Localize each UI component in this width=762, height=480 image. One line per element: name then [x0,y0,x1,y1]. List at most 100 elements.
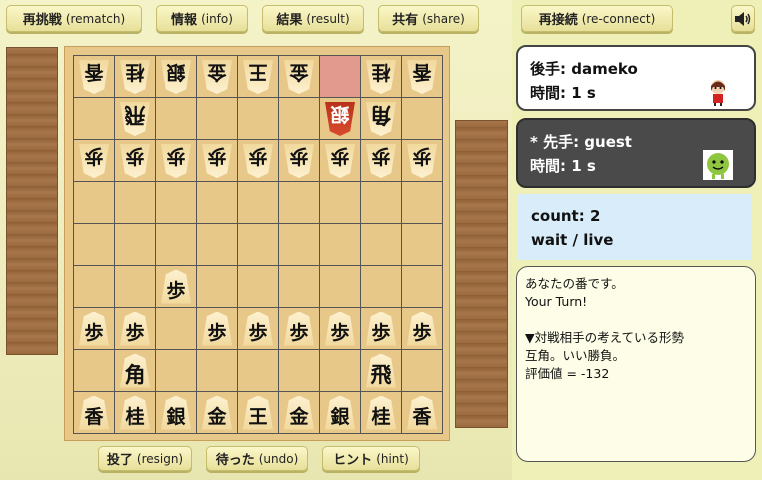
board-square[interactable]: 飛 [361,350,402,392]
board-square[interactable]: 香 [74,392,115,434]
board-square[interactable]: 香 [74,56,115,98]
hint-button[interactable]: ヒント (hint) [322,446,420,471]
board-square[interactable]: 金 [197,392,238,434]
board-square[interactable] [238,350,279,392]
board-square[interactable] [74,98,115,140]
board-square[interactable] [402,98,443,140]
board-square[interactable]: 歩 [115,308,156,350]
board-square[interactable] [156,308,197,350]
reconnect-button[interactable]: 再接続 (re-connect) [521,5,673,32]
board-square[interactable] [320,266,361,308]
gote-king-piece[interactable]: 王 [243,60,273,94]
board-square[interactable]: 歩 [279,140,320,182]
sente-pawn-piece[interactable]: 歩 [366,311,396,346]
gote-lance-piece[interactable]: 香 [79,60,109,94]
board-square[interactable] [238,182,279,224]
board-square[interactable] [361,266,402,308]
board-square[interactable] [74,350,115,392]
board-square[interactable]: 香 [402,56,443,98]
sente-pawn-piece[interactable]: 歩 [284,311,314,346]
board-square[interactable] [279,98,320,140]
sente-piece-stand[interactable] [455,120,508,428]
board-square[interactable]: 歩 [74,140,115,182]
board-square[interactable]: 金 [279,56,320,98]
board-square[interactable] [156,350,197,392]
sente-gold-piece[interactable]: 金 [202,395,232,430]
sente-lance-piece[interactable]: 香 [79,395,109,430]
gote-pawn-piece[interactable]: 歩 [243,144,273,178]
gote-pawn-piece[interactable]: 歩 [202,144,232,178]
board-square[interactable] [402,224,443,266]
board-square[interactable]: 歩 [320,308,361,350]
board-square[interactable]: 銀 [156,56,197,98]
board-square[interactable] [156,224,197,266]
sente-pawn-piece[interactable]: 歩 [120,311,150,346]
sente-gold-piece[interactable]: 金 [284,395,314,430]
board-square[interactable] [115,266,156,308]
sente-king-piece[interactable]: 王 [243,395,273,430]
board-square[interactable]: 王 [238,392,279,434]
board-square[interactable] [197,182,238,224]
board-square[interactable]: 歩 [197,140,238,182]
board-square[interactable] [320,56,361,98]
board-square[interactable] [115,224,156,266]
sente-pawn-piece[interactable]: 歩 [79,311,109,346]
sente-pawn-piece[interactable]: 歩 [243,311,273,346]
board-square[interactable] [279,266,320,308]
board-square[interactable]: 桂 [361,392,402,434]
sente-rook-piece[interactable]: 飛 [366,353,396,388]
sound-toggle-button[interactable] [731,5,755,32]
board-square[interactable] [74,224,115,266]
sente-pawn-piece[interactable]: 歩 [407,311,437,346]
board-square[interactable]: 歩 [279,308,320,350]
board-square[interactable]: 歩 [197,308,238,350]
gote-gold-piece[interactable]: 金 [202,60,232,94]
board-square[interactable]: 桂 [361,56,402,98]
board-square[interactable] [197,266,238,308]
board-square[interactable]: 銀 [320,98,361,140]
gote-pawn-piece[interactable]: 歩 [366,144,396,178]
board-square[interactable] [156,98,197,140]
board-square[interactable]: 歩 [402,140,443,182]
board-square[interactable]: 王 [238,56,279,98]
board-square[interactable] [279,224,320,266]
board-square[interactable] [279,182,320,224]
board-square[interactable] [156,182,197,224]
board-square[interactable]: 歩 [361,308,402,350]
sente-lance-piece[interactable]: 香 [407,395,437,430]
sente-pawn-piece[interactable]: 歩 [202,311,232,346]
gote-pawn-piece[interactable]: 歩 [407,144,437,178]
board-square[interactable]: 歩 [402,308,443,350]
board-square[interactable]: 歩 [238,140,279,182]
board-square[interactable] [74,182,115,224]
board-square[interactable]: 銀 [156,392,197,434]
board-square[interactable] [320,350,361,392]
board-square[interactable] [402,266,443,308]
board-square[interactable]: 銀 [320,392,361,434]
sente-knight-piece[interactable]: 桂 [366,395,396,430]
board-square[interactable]: 歩 [361,140,402,182]
board-square[interactable]: 金 [279,392,320,434]
sente-silver-piece[interactable]: 銀 [161,395,191,430]
gote-silver-piece[interactable]: 銀 [325,102,355,136]
board-square[interactable] [320,182,361,224]
board-square[interactable] [402,350,443,392]
board-square[interactable]: 飛 [115,98,156,140]
board-square[interactable]: 香 [402,392,443,434]
board-square[interactable]: 歩 [156,266,197,308]
board-square[interactable] [197,350,238,392]
gote-piece-stand[interactable] [6,47,58,355]
gote-bishop-piece[interactable]: 角 [366,102,396,136]
board-square[interactable]: 歩 [156,140,197,182]
gote-pawn-piece[interactable]: 歩 [161,144,191,178]
info-button[interactable]: 情報 (info) [156,5,248,32]
board-square[interactable]: 歩 [115,140,156,182]
board-square[interactable] [197,98,238,140]
board-square[interactable]: 角 [115,350,156,392]
board-square[interactable] [238,224,279,266]
result-button[interactable]: 結果 (result) [262,5,364,32]
board-square[interactable]: 桂 [115,392,156,434]
share-button[interactable]: 共有 (share) [378,5,479,32]
board-square[interactable] [402,182,443,224]
sente-bishop-piece[interactable]: 角 [120,353,150,388]
